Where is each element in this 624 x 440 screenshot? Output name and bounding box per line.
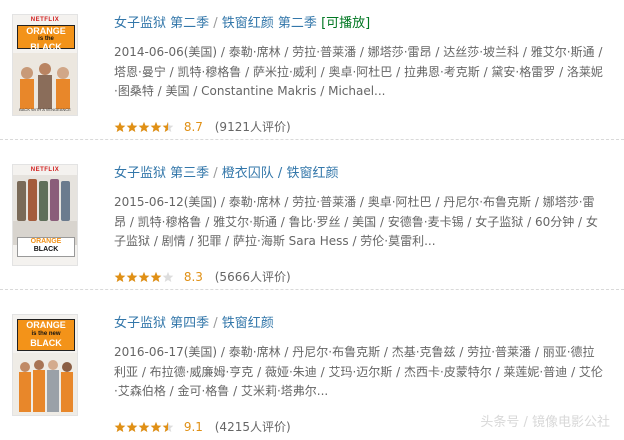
list-item: NETFLIX ORANGE BLACK 女子监狱 第三季 / 橙衣囚队 / 铁… <box>0 150 624 290</box>
aka-title[interactable]: 橙衣囚队 / 铁窗红颜 <box>222 166 339 181</box>
meta-info: 2016-06-17(美国) / 泰勒·席林 / 丹尼尔·布鲁克斯 / 杰基·克… <box>114 345 603 398</box>
poster-logo: ORANGE is the BLACK <box>17 25 75 52</box>
title-link[interactable]: 女子监狱 第四季 <box>114 316 209 331</box>
rating-row: 8.7 (9121人评价) <box>114 118 291 134</box>
poster-artwork <box>13 175 77 245</box>
star-icon <box>150 421 162 432</box>
rating-count: (5666人评价) <box>214 269 291 284</box>
poster-logo: ORANGE is the new BLACK <box>17 319 75 351</box>
rating-count: (9121人评价) <box>214 119 291 134</box>
aka-title[interactable]: 铁窗红颜 <box>222 316 274 331</box>
title-link[interactable]: 女子监狱 第三季 <box>114 166 209 181</box>
poster-brand: NETFLIX <box>30 17 60 23</box>
star-icon <box>138 271 150 282</box>
rating-score: 8.7 <box>183 119 203 134</box>
poster-image[interactable]: NETFLIX ORANGE is the BLACK BACK WITH A … <box>12 14 78 116</box>
poster-image[interactable]: NETFLIX ORANGE BLACK <box>12 164 78 266</box>
star-icon <box>126 271 138 282</box>
star-icon <box>126 121 138 132</box>
poster-brand: NETFLIX <box>30 167 60 173</box>
title-line: 女子监狱 第三季 / 橙衣囚队 / 铁窗红颜 <box>114 166 339 181</box>
rating-row: 9.1 (4215人评价) <box>114 418 291 434</box>
watermark-text: 头条号 / 镜像电影公社 <box>480 415 610 430</box>
playable-badge[interactable]: [可播放] <box>321 16 370 31</box>
poster-logo: ORANGE BLACK <box>17 237 75 257</box>
star-icon <box>138 421 150 432</box>
rating-stars <box>114 421 174 432</box>
star-icon <box>114 421 126 432</box>
star-icon <box>150 121 162 132</box>
title-line: 女子监狱 第二季 / 铁窗红颜 第二季 [可播放] <box>114 16 371 31</box>
poster-artwork <box>13 353 77 415</box>
star-icon-empty <box>162 271 174 282</box>
meta-info: 2014-06-06(美国) / 泰勒·席林 / 劳拉·普莱潘 / 娜塔莎·雷昂… <box>114 45 603 98</box>
star-icon <box>114 271 126 282</box>
rating-stars <box>114 271 174 282</box>
rating-count: (4215人评价) <box>214 419 291 434</box>
title-link[interactable]: 女子监狱 第二季 <box>114 16 209 31</box>
star-icon <box>126 421 138 432</box>
rating-row: 8.3 (5666人评价) <box>114 268 291 284</box>
star-icon <box>114 121 126 132</box>
rating-stars <box>114 121 174 132</box>
rating-score: 9.1 <box>183 419 203 434</box>
star-icon <box>138 121 150 132</box>
title-line: 女子监狱 第四季 / 铁窗红颜 <box>114 316 274 331</box>
meta-info: 2015-06-12(美国) / 泰勒·席林 / 劳拉·普莱潘 / 奥卓·阿杜巴… <box>114 195 598 248</box>
star-icon <box>150 271 162 282</box>
list-item: NETFLIX ORANGE is the BLACK BACK WITH A … <box>0 0 624 140</box>
aka-title[interactable]: 铁窗红颜 第二季 <box>222 16 317 31</box>
poster-image[interactable]: ORANGE is the new BLACK <box>12 314 78 416</box>
poster-artwork <box>13 53 77 115</box>
poster-tagline: BACK WITH A VENGEANCE <box>19 107 71 112</box>
rating-score: 8.3 <box>183 269 203 284</box>
